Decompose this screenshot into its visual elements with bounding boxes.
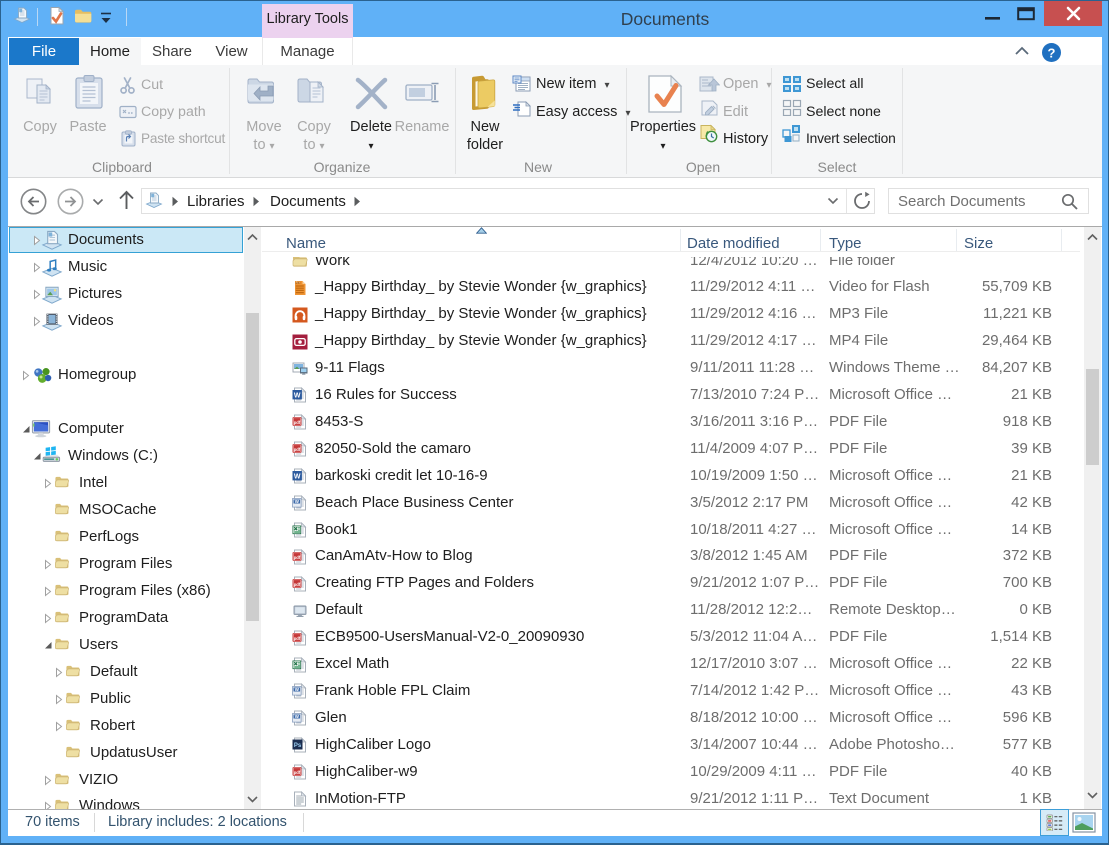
- svg-text:pdf: pdf: [294, 554, 301, 559]
- svg-text:pdf: pdf: [294, 581, 301, 586]
- svg-text:pdf: pdf: [294, 446, 301, 451]
- svg-text:W: W: [294, 473, 301, 480]
- svg-text:pdf: pdf: [294, 769, 301, 774]
- svg-text:pdf: pdf: [294, 635, 301, 640]
- svg-text:Ps: Ps: [294, 743, 302, 749]
- svg-text:?: ?: [1048, 45, 1056, 60]
- svg-text:FLV: FLV: [296, 281, 301, 284]
- svg-text:pdf: pdf: [294, 419, 301, 424]
- svg-text:W: W: [294, 392, 301, 399]
